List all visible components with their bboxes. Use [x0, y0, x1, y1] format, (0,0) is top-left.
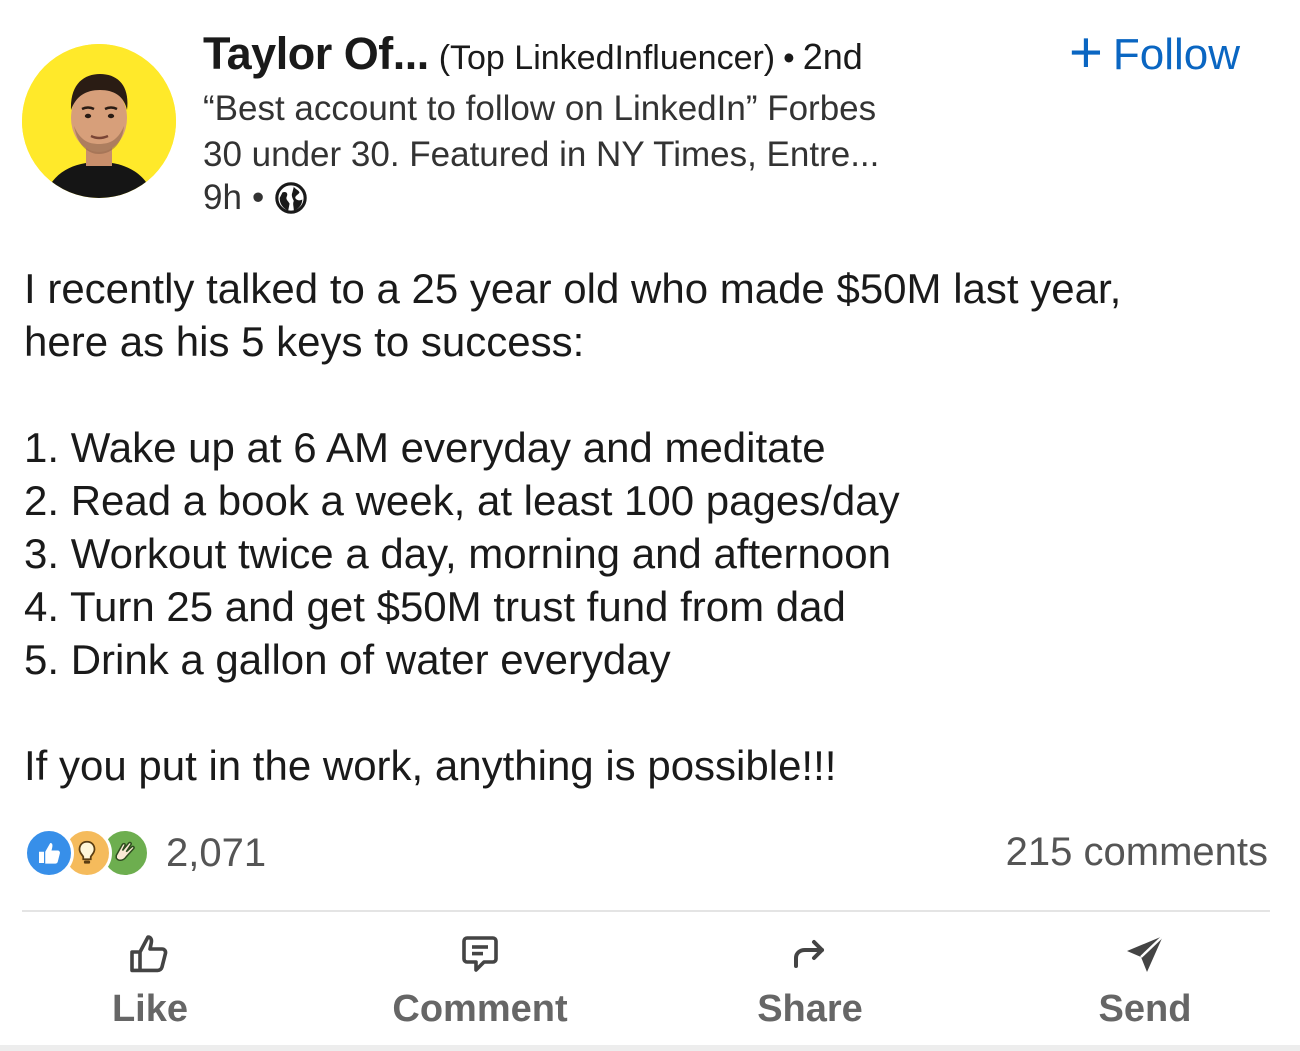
divider	[22, 910, 1270, 912]
comment-button[interactable]: Comment	[380, 930, 580, 1031]
reaction-count: 2,071	[166, 830, 267, 875]
author-badge: (Top LinkedInfluencer)	[438, 39, 776, 77]
like-reaction-icon	[24, 828, 74, 878]
linkedin-post: Taylor Of... (Top LinkedInfluencer) • 2nd +…	[0, 0, 1300, 1051]
author-avatar[interactable]	[22, 44, 176, 198]
degree-separator: •	[783, 39, 795, 76]
list-item: 4. Turn 25 and get $50M trust fund from …	[24, 583, 846, 630]
share-button[interactable]: Share	[750, 930, 870, 1031]
meta-separator: •	[251, 178, 265, 217]
comment-bubble-icon	[462, 936, 498, 972]
post-intro-line-1: I recently talked to a 25 year old who m…	[24, 265, 1122, 312]
post-action-bar: Like Comment Share Send	[0, 930, 1300, 1040]
author-headline: “Best account to follow on LinkedIn” For…	[203, 86, 1023, 178]
send-button[interactable]: Send	[1090, 930, 1200, 1031]
post-meta: 9h •	[203, 178, 308, 218]
success-keys-list: 1. Wake up at 6 AM everyday and meditate…	[24, 421, 1274, 686]
headline-line-2: 30 under 30. Featured in NY Times, Entre…	[203, 135, 880, 174]
follow-label: Follow	[1112, 30, 1240, 79]
share-arrow-icon	[794, 940, 824, 968]
author-line: Taylor Of... (Top LinkedInfluencer) • 2nd	[203, 28, 863, 80]
reactions-summary[interactable]: 2,071	[24, 828, 266, 878]
send-paper-plane-icon	[1127, 935, 1164, 972]
list-item: 3. Workout twice a day, morning and afte…	[24, 530, 891, 577]
like-label: Like	[111, 988, 189, 1030]
headline-line-1: “Best account to follow on LinkedIn” For…	[203, 89, 877, 128]
follow-button[interactable]: + Follow	[1068, 20, 1240, 85]
globe-icon	[274, 181, 308, 215]
send-label: Send	[1098, 988, 1192, 1030]
post-closing: If you put in the work, anything is poss…	[24, 742, 837, 789]
plus-icon: +	[1068, 20, 1103, 85]
share-label: Share	[757, 988, 863, 1030]
list-item: 5. Drink a gallon of water everyday	[24, 636, 671, 683]
avatar-portrait-icon	[22, 44, 176, 198]
comment-label: Comment	[392, 988, 568, 1030]
like-button[interactable]: Like	[100, 930, 200, 1031]
post-body: I recently talked to a 25 year old who m…	[24, 262, 1274, 792]
post-time: 9h	[203, 178, 242, 217]
author-name[interactable]: Taylor Of...	[203, 28, 429, 79]
list-item: 2. Read a book a week, at least 100 page…	[24, 477, 900, 524]
connection-degree: 2nd	[802, 36, 863, 77]
bottom-strip	[0, 1045, 1300, 1051]
post-intro-line-2: here as his 5 keys to success:	[24, 318, 585, 365]
thumbs-up-icon	[130, 935, 168, 973]
list-item: 1. Wake up at 6 AM everyday and meditate	[24, 424, 826, 471]
comments-count-link[interactable]: 215 comments	[1006, 830, 1268, 875]
